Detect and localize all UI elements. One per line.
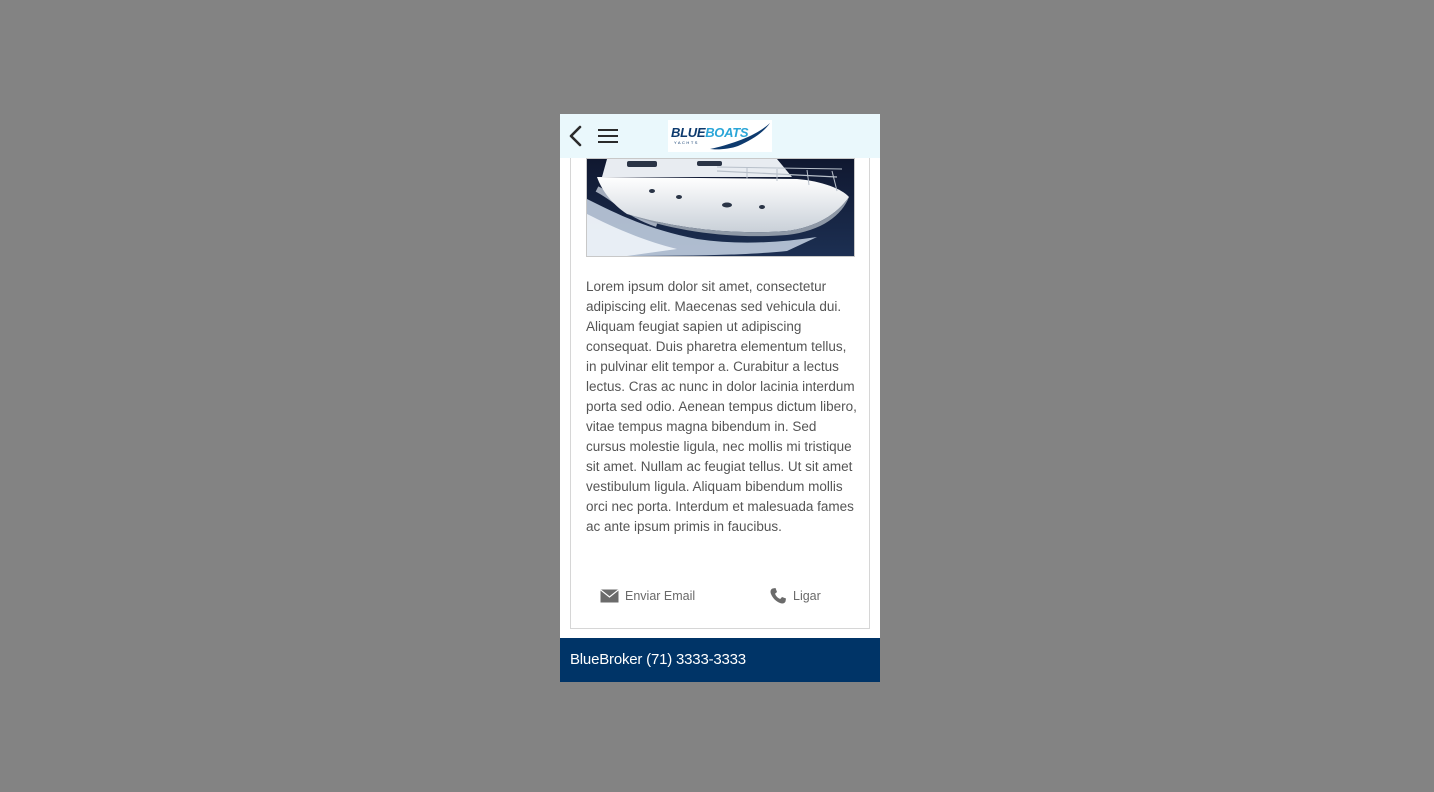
- back-button[interactable]: [568, 125, 584, 147]
- logo-subtitle: YACHTS: [674, 140, 699, 145]
- envelope-icon: [600, 589, 619, 603]
- logo-part2: BOATS: [705, 125, 749, 140]
- app-header: BLUEBOATS YACHTS: [560, 114, 880, 158]
- listing-card: Lorem ipsum dolor sit amet, consectetur …: [570, 158, 870, 629]
- hamburger-menu-icon: [598, 129, 618, 143]
- mobile-viewport: BLUEBOATS YACHTS Lorem ipsum dolor sit a…: [560, 114, 880, 682]
- blueboats-logo[interactable]: BLUEBOATS YACHTS: [668, 120, 772, 152]
- speedboat-illustration: [587, 159, 854, 256]
- logo-wordmark: BLUEBOATS: [671, 125, 749, 140]
- call-button[interactable]: Ligar: [769, 586, 821, 606]
- call-label: Ligar: [793, 589, 821, 603]
- send-email-label: Enviar Email: [625, 589, 696, 603]
- boat-description: Lorem ipsum dolor sit amet, consectetur …: [586, 279, 857, 534]
- menu-button[interactable]: [597, 127, 619, 145]
- broker-contact[interactable]: BlueBroker (71) 3333-3333: [570, 651, 746, 668]
- chevron-left-icon: [569, 125, 582, 147]
- phone-icon: [770, 588, 786, 604]
- speedboat-photo: [586, 158, 855, 257]
- logo-part1: BLUE: [671, 125, 706, 140]
- broker-footer: BlueBroker (71) 3333-3333: [560, 638, 880, 682]
- send-email-button[interactable]: Enviar Email: [600, 586, 695, 606]
